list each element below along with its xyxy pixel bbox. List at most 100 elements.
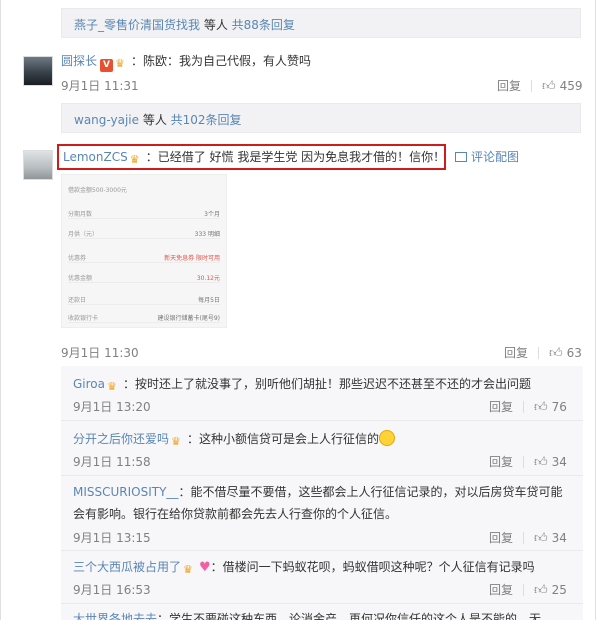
comment-image[interactable]: 借款金额500-3000元 分期月数 3个月 月供（元） 333 明细 优惠券 新天免… (61, 174, 227, 328)
reply-author[interactable]: 大世界各地去去 (73, 612, 157, 620)
comment-text: ：已经借了 好慌 我是学生党 因为免息我才借的！信你！ (145, 150, 446, 164)
image-row: 收款银行卡 建设银行储蓄卡(尾号9) (68, 311, 220, 323)
reply-actions: 回复 👍︎ 25 (489, 581, 567, 598)
heart-icon: ♥ (199, 560, 211, 575)
more-replies-user[interactable]: wang-yajie (74, 113, 139, 127)
comment-author[interactable]: 圆探长 (61, 54, 97, 68)
more-replies-bar[interactable]: 燕子_零售价清国货找我 等人 共88条回复 (61, 8, 581, 38)
comment-actions: 回复 👍︎ 63 (504, 344, 582, 361)
image-row-key: 优惠券 (68, 255, 87, 262)
like-count: 34 (551, 455, 567, 469)
image-row-key: 收款银行卡 (68, 315, 99, 322)
reply-text: ：能不借尽量不要借，这些都会上人行征信记录的，对以后房贷车贷可能 (178, 485, 563, 499)
reply-text: ：按时还上了就没事了，别听他们胡扯！那些迟迟不还甚至不还的才会出问题 (123, 377, 532, 391)
reply-button[interactable]: 回复 (489, 531, 513, 545)
image-row: 分期月数 3个月 (68, 207, 220, 219)
reply-text: ：学生不要碰这种东西，论消金产，再何况你信任的这个人是不能的，无 (157, 612, 542, 620)
reply-time: 9月1日 13:15 (73, 531, 151, 545)
view-image-label[interactable]: 评论配图 (471, 150, 519, 164)
image-row: 还款日 每月5日 (68, 293, 220, 305)
image-row-key: 优惠金额 (68, 275, 93, 282)
image-row-key: 还款日 (68, 297, 87, 304)
like-icon[interactable]: 👍︎ (534, 531, 548, 546)
reply-text: ：借楼问一下蚂蚁花呗，蚂蚁借呗这种呢？个人征信有记录吗 (210, 560, 535, 574)
image-row-value: 每月5日 (198, 297, 220, 304)
like-icon[interactable]: 👍︎ (542, 79, 556, 94)
divider (523, 584, 525, 596)
image-row-value: 建设银行储蓄卡(尾号9) (157, 315, 221, 322)
image-row: 月供（元） 333 明细 (68, 227, 220, 239)
more-replies-suffix: 等人 (139, 113, 171, 127)
reply-text-cont: 会有影响。银行在给你贷款前都会先去人行查你的个人征信。 (73, 507, 398, 521)
like-count: 459 (559, 79, 583, 93)
more-replies-count[interactable]: 共102条回复 (171, 113, 242, 127)
divider (538, 347, 540, 359)
like-count: 25 (551, 583, 567, 597)
reply-author[interactable]: Giroa (73, 377, 105, 391)
image-row-value: 30.12元 (196, 275, 220, 282)
like-icon[interactable]: 👍︎ (534, 583, 548, 598)
avatar[interactable] (23, 150, 53, 180)
reply-line: MISSCURIOSITY__：能不借尽量不要借，这些都会上人行征信记录的，对以… (73, 484, 562, 500)
image-row-key: 月供（元） (68, 231, 99, 238)
divider (531, 80, 533, 92)
like-icon[interactable]: 👍︎ (534, 400, 548, 415)
reply-author[interactable]: 分开之后你还爱吗 (73, 432, 169, 446)
comment-actions: 回复 👍︎ 459 (497, 77, 583, 94)
reply-time: 9月1日 11:58 (73, 455, 151, 469)
view-image-link[interactable]: 评论配图 (455, 149, 519, 165)
image-caption: 借款金额500-3000元 (68, 187, 127, 194)
like-icon[interactable]: 👍︎ (534, 455, 548, 470)
vip-crown-icon: ♛ (183, 563, 193, 576)
divider (61, 603, 583, 604)
divider (523, 456, 525, 468)
comment-time: 9月1日 11:30 (61, 346, 139, 360)
reply-line: Giroa ♛ ：按时还上了就没事了，别听他们胡扯！那些迟迟不还甚至不还的才会出问题 (73, 376, 531, 393)
reply-button[interactable]: 回复 (489, 455, 513, 469)
reply-time: 9月1日 13:20 (73, 400, 151, 414)
vip-crown-icon: ♛ (115, 57, 125, 70)
image-row: 优惠券 新天免息券 限时可用 (68, 251, 220, 263)
smile-emoji-icon (379, 430, 396, 446)
comment-author[interactable]: LemonZCS (63, 150, 128, 164)
divider (61, 420, 583, 421)
vip-crown-icon: ♛ (129, 153, 140, 166)
reply-line: 大世界各地去去：学生不要碰这种东西，论消金产，再何况你信任的这个人是不能的，无 (73, 611, 541, 620)
vip-crown-icon: ♛ (171, 435, 181, 448)
reply-button[interactable]: 回复 (489, 583, 513, 597)
like-count: 34 (551, 531, 567, 545)
image-row-value: 3个月 (204, 211, 220, 218)
like-count: 76 (551, 400, 567, 414)
reply-actions: 回复 👍︎ 34 (489, 529, 567, 546)
image-row-key: 分期月数 (68, 211, 93, 218)
reply-author[interactable]: 三个大西瓜被占用了 (73, 560, 181, 574)
image-icon (455, 152, 467, 162)
vip-crown-icon: ♛ (107, 380, 117, 393)
reply-actions: 回复 👍︎ 76 (489, 398, 567, 415)
reply-line: 分开之后你还爱吗 ♛ ：这种小额信贷可是会上人行征信的 (73, 430, 396, 448)
avatar[interactable] (23, 56, 53, 86)
reply-time: 9月1日 16:53 (73, 583, 151, 597)
more-replies-bar[interactable]: wang-yajie 等人 共102条回复 (61, 103, 581, 133)
reply-button[interactable]: 回复 (489, 400, 513, 414)
image-row-value: 333 明细 (194, 231, 220, 238)
reply-button[interactable]: 回复 (504, 346, 528, 360)
reply-author[interactable]: MISSCURIOSITY__ (73, 485, 178, 499)
comment-text: ：陈欧：我为自己代假，有人赞吗 (131, 54, 312, 68)
comment-thread: 燕子_零售价清国货找我 等人 共88条回复 圆探长 V ♛ ：陈欧：我为自己代假，有人… (0, 0, 596, 620)
divider (61, 475, 583, 476)
reply-button[interactable]: 回复 (497, 79, 521, 93)
comment-line: LemonZCS ♛ ：已经借了 好慌 我是学生党 因为免息我才借的！信你！ (63, 149, 445, 166)
like-icon[interactable]: 👍︎ (549, 346, 563, 361)
divider (523, 532, 525, 544)
more-replies-count[interactable]: 共88条回复 (232, 18, 295, 32)
like-count: 63 (566, 346, 582, 360)
more-replies-suffix: 等人 (200, 18, 232, 32)
comment-time: 9月1日 11:31 (61, 79, 139, 93)
verified-icon: V (100, 59, 114, 72)
more-replies-user[interactable]: 燕子_零售价清国货找我 (74, 18, 200, 32)
reply-actions: 回复 👍︎ 34 (489, 453, 567, 470)
comment-line: 圆探长 V ♛ ：陈欧：我为自己代假，有人赞吗 (61, 53, 311, 72)
divider (523, 401, 525, 413)
divider (61, 550, 583, 551)
